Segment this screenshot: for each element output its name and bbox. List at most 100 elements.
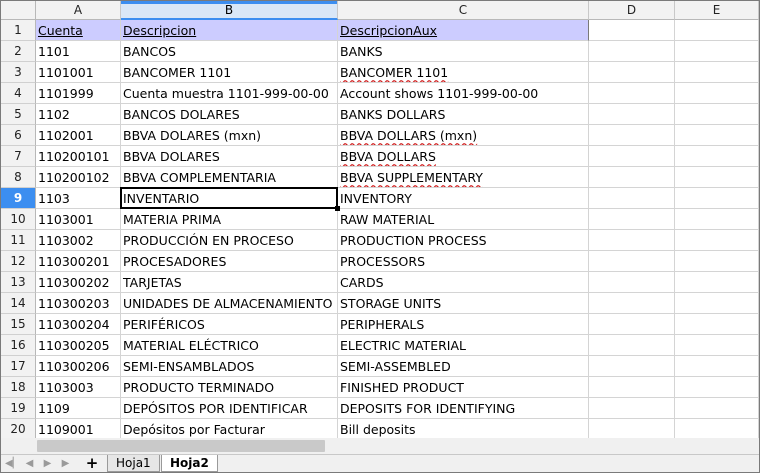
cell-c10[interactable]: RAW MATERIAL — [338, 209, 589, 230]
row-header[interactable]: 7 — [1, 146, 36, 167]
row-header[interactable]: 5 — [1, 104, 36, 125]
cell-b5[interactable]: BANCOS DOLARES — [121, 104, 338, 125]
row-header[interactable]: 1 — [1, 20, 36, 41]
cell-d15[interactable] — [589, 314, 675, 335]
next-sheet-icon[interactable]: ▶ — [41, 457, 54, 470]
column-header-a[interactable]: A — [36, 1, 121, 20]
cell-e2[interactable] — [675, 41, 759, 62]
cell-a13[interactable]: 110300202 — [36, 272, 121, 293]
cell-a18[interactable]: 1103003 — [36, 377, 121, 398]
cell-a17[interactable]: 110300206 — [36, 356, 121, 377]
cell-d6[interactable] — [589, 125, 675, 146]
cell-b2[interactable]: BANCOS — [121, 41, 338, 62]
cell-d1[interactable] — [589, 20, 675, 41]
cell-c19[interactable]: DEPOSITS FOR IDENTIFYING — [338, 398, 589, 419]
row-header[interactable]: 20 — [1, 419, 36, 440]
cell-d7[interactable] — [589, 146, 675, 167]
row-header[interactable]: 14 — [1, 293, 36, 314]
cell-b3[interactable]: BANCOMER 1101 — [121, 62, 338, 83]
row-header[interactable]: 19 — [1, 398, 36, 419]
cell-b20[interactable]: Depósitos por Facturar — [121, 419, 338, 440]
cell-a15[interactable]: 110300204 — [36, 314, 121, 335]
cell-a14[interactable]: 110300203 — [36, 293, 121, 314]
cell-b16[interactable]: MATERIAL ELÉCTRICO — [121, 335, 338, 356]
cell-a5[interactable]: 1102 — [36, 104, 121, 125]
column-header-e[interactable]: E — [675, 1, 759, 20]
cell-a20[interactable]: 1109001 — [36, 419, 121, 440]
cell-b6[interactable]: BBVA DOLARES (mxn) — [121, 125, 338, 146]
cell-b14[interactable]: UNIDADES DE ALMACENAMIENTO — [121, 293, 338, 314]
cell-a10[interactable]: 1103001 — [36, 209, 121, 230]
row-header[interactable]: 10 — [1, 209, 36, 230]
cell-b15[interactable]: PERIFÉRICOS — [121, 314, 338, 335]
cell-e13[interactable] — [675, 272, 759, 293]
cell-c13[interactable]: CARDS — [338, 272, 589, 293]
cell-d3[interactable] — [589, 62, 675, 83]
cell-b10[interactable]: MATERIA PRIMA — [121, 209, 338, 230]
cell-d10[interactable] — [589, 209, 675, 230]
select-all-corner[interactable] — [1, 1, 36, 20]
cell-d16[interactable] — [589, 335, 675, 356]
cell-d17[interactable] — [589, 356, 675, 377]
row-header[interactable]: 15 — [1, 314, 36, 335]
row-header[interactable]: 11 — [1, 230, 36, 251]
prev-sheet-icon[interactable]: ◀ — [23, 457, 36, 470]
cell-b4[interactable]: Cuenta muestra 1101-999-00-00 — [121, 83, 338, 104]
cell-e11[interactable] — [675, 230, 759, 251]
row-header[interactable]: 16 — [1, 335, 36, 356]
cell-a1[interactable]: Cuenta — [36, 20, 121, 41]
cell-b18[interactable]: PRODUCTO TERMINADO — [121, 377, 338, 398]
cell-b13[interactable]: TARJETAS — [121, 272, 338, 293]
cell-b1[interactable]: Descripcion — [121, 20, 338, 41]
row-header[interactable]: 18 — [1, 377, 36, 398]
last-sheet-icon[interactable]: ▶ — [59, 457, 72, 470]
sheet-tab-hoja2[interactable]: Hoja2 — [161, 455, 218, 472]
cell-a7[interactable]: 110200101 — [36, 146, 121, 167]
cell-d9[interactable] — [589, 188, 675, 209]
cell-c9[interactable]: INVENTORY — [338, 188, 589, 209]
cell-c12[interactable]: PROCESSORS — [338, 251, 589, 272]
cell-e15[interactable] — [675, 314, 759, 335]
horizontal-scroll-thumb[interactable] — [37, 440, 325, 452]
cell-c2[interactable]: BANKS — [338, 41, 589, 62]
cell-b8[interactable]: BBVA COMPLEMENTARIA — [121, 167, 338, 188]
cell-c18[interactable]: FINISHED PRODUCT — [338, 377, 589, 398]
cell-e6[interactable] — [675, 125, 759, 146]
cell-d12[interactable] — [589, 251, 675, 272]
row-header[interactable]: 6 — [1, 125, 36, 146]
cell-d18[interactable] — [589, 377, 675, 398]
cell-b12[interactable]: PROCESADORES — [121, 251, 338, 272]
column-header-b[interactable]: B — [121, 1, 338, 20]
cell-d20[interactable] — [589, 419, 675, 440]
cell-e12[interactable] — [675, 251, 759, 272]
cell-d8[interactable] — [589, 167, 675, 188]
cell-e9[interactable] — [675, 188, 759, 209]
column-header-c[interactable]: C — [338, 1, 589, 20]
horizontal-scrollbar[interactable] — [1, 438, 759, 454]
cell-d5[interactable] — [589, 104, 675, 125]
cell-b19[interactable]: DEPÓSITOS POR IDENTIFICAR — [121, 398, 338, 419]
cell-a2[interactable]: 1101 — [36, 41, 121, 62]
cell-c15[interactable]: PERIPHERALS — [338, 314, 589, 335]
row-header[interactable]: 2 — [1, 41, 36, 62]
cell-a9[interactable]: 1103 — [36, 188, 121, 209]
cell-c20[interactable]: Bill deposits — [338, 419, 589, 440]
cell-c7[interactable]: BBVA DOLLARS — [338, 146, 589, 167]
cell-e4[interactable] — [675, 83, 759, 104]
row-header[interactable]: 4 — [1, 83, 36, 104]
cell-c11[interactable]: PRODUCTION PROCESS — [338, 230, 589, 251]
cell-a8[interactable]: 110200102 — [36, 167, 121, 188]
cell-c3[interactable]: BANCOMER 1101 — [338, 62, 589, 83]
cell-c5[interactable]: BANKS DOLLARS — [338, 104, 589, 125]
row-header[interactable]: 9 — [1, 188, 36, 209]
cell-e14[interactable] — [675, 293, 759, 314]
cell-b17[interactable]: SEMI-ENSAMBLADOS — [121, 356, 338, 377]
row-header[interactable]: 12 — [1, 251, 36, 272]
cell-d13[interactable] — [589, 272, 675, 293]
cell-e5[interactable] — [675, 104, 759, 125]
cell-e16[interactable] — [675, 335, 759, 356]
cell-c4[interactable]: Account shows 1101-999-00-00 — [338, 83, 589, 104]
sheet-tab-hoja1[interactable]: Hoja1 — [107, 455, 160, 472]
cell-e20[interactable] — [675, 419, 759, 440]
fill-handle[interactable] — [335, 206, 340, 211]
